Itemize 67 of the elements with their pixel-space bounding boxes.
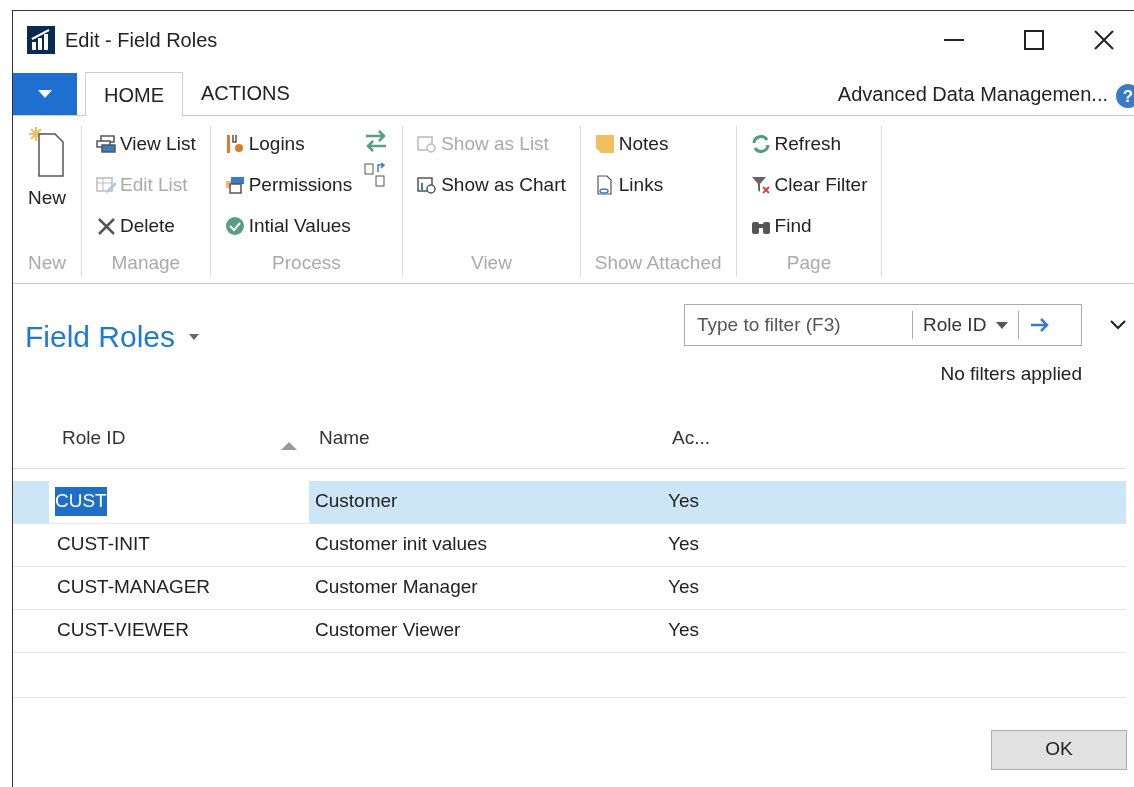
table-cell-text: Customer — [314, 489, 399, 514]
ribbon-button[interactable]: View List — [96, 126, 196, 162]
ribbon-button[interactable]: Intial Values — [224, 208, 353, 244]
table-cell-text: Yes — [667, 532, 700, 557]
help-button[interactable]: ? — [1116, 84, 1134, 108]
column-header[interactable]: Ac... — [672, 423, 710, 453]
refresh-icon — [750, 134, 771, 154]
new-button[interactable]: New — [27, 126, 67, 213]
swap-arrows-icon[interactable] — [364, 130, 389, 152]
ribbon-group-label: Manage — [110, 250, 182, 275]
ribbon-tab[interactable]: HOME — [85, 72, 183, 116]
caret-down-icon — [996, 321, 1009, 329]
table-cell-text: Customer Viewer — [314, 618, 462, 643]
table-cell-text: Customer Manager — [314, 575, 479, 600]
delete-x-icon — [96, 216, 116, 236]
column-header[interactable]: Name — [319, 423, 370, 453]
ribbon-button[interactable]: Links — [594, 167, 669, 203]
table-cell-text: Yes — [667, 489, 700, 514]
chevron-down-icon[interactable] — [1110, 320, 1126, 330]
sort-ascending-icon[interactable] — [281, 442, 297, 450]
note-icon — [594, 134, 615, 154]
ribbon-group-label: Page — [785, 250, 833, 275]
app-logo-icon — [27, 26, 55, 54]
link-document-icon — [594, 175, 615, 195]
table-cell-text: Customer init values — [314, 532, 489, 557]
ribbon-group-label: Show Attached — [594, 250, 722, 275]
ribbon-button[interactable]: Clear Filter — [750, 167, 868, 203]
ribbon-tab[interactable]: ACTIONS — [183, 71, 308, 115]
table-cell-text: Yes — [667, 618, 700, 643]
chart-search-icon — [417, 175, 438, 195]
new-document-icon — [27, 126, 67, 178]
list-search-icon — [417, 134, 438, 154]
ok-button[interactable]: OK — [991, 729, 1127, 770]
minimize-icon — [944, 39, 964, 41]
ribbon-button[interactable]: Logins — [224, 126, 353, 162]
column-header[interactable]: Role ID — [62, 423, 126, 453]
ribbon-button[interactable]: Delete — [96, 208, 196, 244]
ribbon-button[interactable]: Permissions — [224, 167, 353, 203]
table-cell[interactable]: CUST — [55, 487, 107, 516]
table-cell-text: Yes — [667, 575, 700, 600]
application-menu-button[interactable] — [13, 73, 77, 115]
lock-window-icon — [224, 175, 245, 195]
caret-down-icon — [38, 90, 52, 98]
edit-table-icon — [96, 175, 116, 195]
ribbon-group-label: New — [27, 250, 67, 275]
table-cell-text: CUST-VIEWER — [56, 618, 190, 643]
filter-field-dropdown[interactable]: Role ID — [913, 311, 1020, 339]
filter-status: No filters applied — [940, 362, 1082, 386]
table-cell-text: CUST-MANAGER — [56, 575, 212, 600]
caret-icon[interactable] — [189, 333, 200, 340]
ribbon-button[interactable]: Refresh — [750, 126, 868, 162]
ribbon-button[interactable]: Notes — [594, 126, 669, 162]
close-icon — [1094, 30, 1114, 50]
table-cell-text: CUST-INIT — [56, 532, 151, 557]
check-circle-icon — [224, 216, 245, 236]
filter-remove-icon — [750, 175, 771, 195]
maximize-icon — [1024, 30, 1044, 50]
ribbon-button[interactable]: Show as Chart — [417, 167, 566, 203]
window-title: Edit - Field Roles — [65, 28, 218, 53]
ribbon-group-label: View — [470, 250, 513, 275]
filter-input[interactable]: Type to filter (F3) Role ID — [684, 304, 1082, 346]
list-windows-icon — [96, 134, 116, 154]
ribbon-button[interactable]: Find — [750, 208, 868, 244]
page-title: Field Roles — [25, 319, 176, 355]
table-row[interactable]: CUST Customer Yes — [13, 480, 1126, 524]
company-name: Advanced Data Managemen... — [837, 82, 1108, 107]
ribbon-group-label: Process — [271, 250, 342, 275]
